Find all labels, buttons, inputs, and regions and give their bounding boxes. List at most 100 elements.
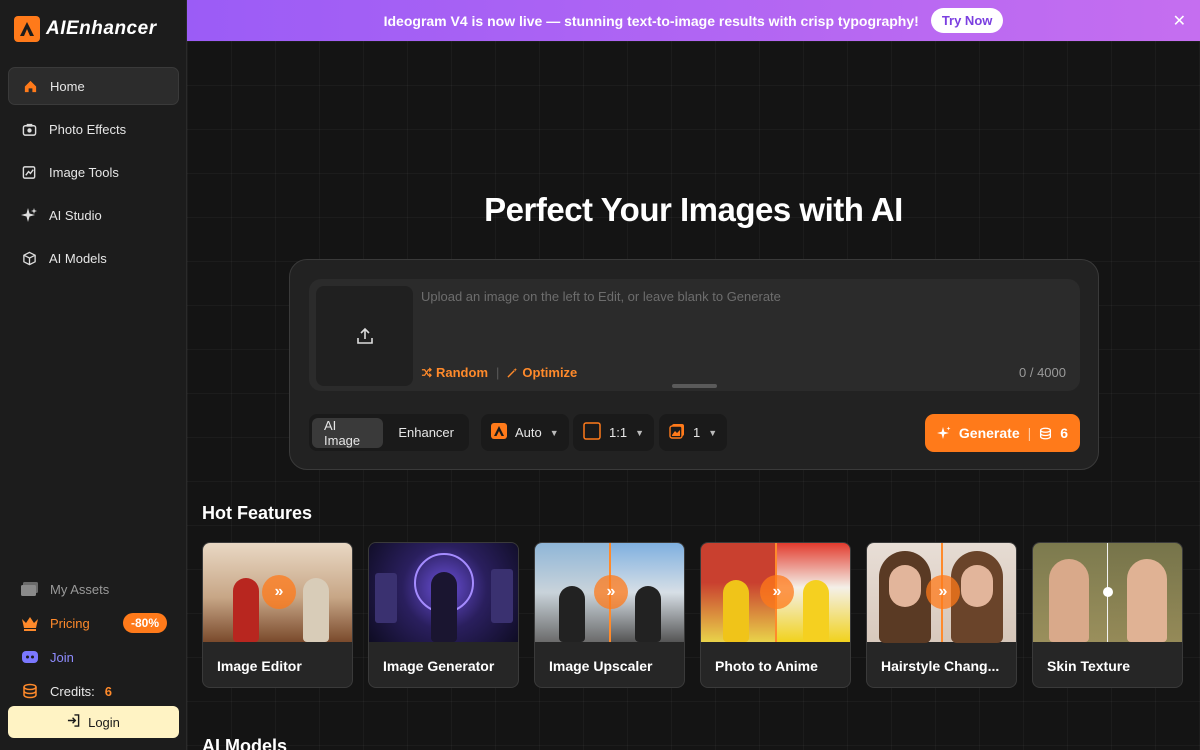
swap-arrows-icon: » bbox=[262, 575, 296, 609]
my-assets-link[interactable]: My Assets bbox=[8, 572, 179, 606]
feature-card-image-upscaler[interactable]: » Image Upscaler bbox=[534, 542, 685, 688]
sidebar-item-label: Image Tools bbox=[49, 164, 119, 180]
mode-toggle: AI Image Enhancer bbox=[309, 414, 469, 451]
sidebar: AIEnhancer Home Photo Effects Image Tool… bbox=[0, 0, 187, 750]
login-label: Login bbox=[88, 714, 120, 730]
close-icon[interactable]: ✕ bbox=[1173, 11, 1186, 31]
model-select[interactable]: Auto ▼ bbox=[481, 414, 569, 451]
prompt-input[interactable]: Upload an image on the left to Edit, or … bbox=[421, 289, 781, 304]
card-label: Photo to Anime bbox=[715, 657, 818, 674]
aspect-ratio-select[interactable]: 1:1 ▼ bbox=[573, 414, 654, 451]
generate-label: Generate bbox=[958, 425, 1020, 441]
card-label: Image Upscaler bbox=[549, 657, 653, 674]
prompt-box: Upload an image on the left to Edit, or … bbox=[309, 279, 1080, 391]
image-edit-icon bbox=[21, 164, 37, 180]
brand-name: AIEnhancer bbox=[46, 18, 157, 39]
figure-shape bbox=[431, 572, 457, 642]
sidebar-item-label: Photo Effects bbox=[49, 121, 127, 137]
home-icon bbox=[22, 78, 38, 94]
swap-arrows-icon: » bbox=[760, 575, 794, 609]
upload-image-button[interactable] bbox=[316, 286, 413, 386]
card-label: Skin Texture bbox=[1047, 657, 1130, 674]
figure-shape bbox=[1049, 559, 1089, 642]
figure-shape bbox=[303, 578, 329, 642]
feature-card-image-editor[interactable]: » Image Editor bbox=[202, 542, 353, 688]
ai-models-title: AI Models bbox=[202, 736, 288, 750]
generator-panel: Upload an image on the left to Edit, or … bbox=[289, 259, 1099, 470]
compare-handle-icon bbox=[1103, 587, 1113, 597]
sidebar-bottom: My Assets Pricing -80% Join Credits: 6 bbox=[8, 572, 179, 708]
sidebar-item-image-tools[interactable]: Image Tools bbox=[8, 153, 179, 191]
logo-mark-icon bbox=[14, 16, 40, 42]
sidebar-item-label: Home bbox=[50, 78, 85, 94]
card-label: Image Generator bbox=[383, 657, 495, 674]
join-discord-link[interactable]: Join bbox=[8, 640, 179, 674]
image-count-value: 1 bbox=[693, 425, 701, 440]
sidebar-item-home[interactable]: Home bbox=[8, 67, 179, 105]
prompt-actions: Random | Optimize bbox=[421, 365, 577, 380]
model-logo-icon bbox=[491, 423, 507, 442]
sparkle-icon bbox=[21, 207, 37, 223]
card-label: Hairstyle Chang... bbox=[881, 657, 1000, 674]
chevron-down-icon: ▼ bbox=[549, 427, 559, 438]
tab-ai-image[interactable]: AI Image bbox=[312, 417, 384, 448]
thumb-tile bbox=[375, 573, 397, 623]
swap-arrows-icon: » bbox=[594, 575, 628, 609]
credits-value: 6 bbox=[104, 683, 113, 699]
character-counter: 0 / 4000 bbox=[1019, 365, 1066, 380]
image-editor-thumbnail: » bbox=[203, 543, 352, 642]
random-label: Random bbox=[436, 365, 488, 380]
main-content: Perfect Your Images with AI Upload an im… bbox=[187, 41, 1200, 750]
thumb-tile bbox=[491, 569, 513, 623]
login-icon bbox=[67, 714, 80, 730]
feature-card-skin-texture[interactable]: Skin Texture bbox=[1032, 542, 1183, 688]
separator: | bbox=[1027, 425, 1032, 441]
try-now-button[interactable]: Try Now bbox=[930, 8, 1004, 33]
aspect-ratio-icon bbox=[583, 422, 601, 443]
coins-icon bbox=[1040, 427, 1052, 439]
aspect-ratio-value: 1:1 bbox=[609, 425, 628, 440]
sparkle-icon bbox=[936, 426, 951, 439]
feature-card-hairstyle-changer[interactable]: » Hairstyle Chang... bbox=[866, 542, 1017, 688]
credits-label: Credits: bbox=[50, 683, 95, 699]
generator-controls: AI Image Enhancer Auto ▼ 1:1 ▼ 1 ▼ Gener… bbox=[309, 414, 1080, 452]
random-button[interactable]: Random bbox=[421, 365, 488, 380]
chevron-down-icon: ▼ bbox=[635, 427, 644, 438]
sidebar-item-ai-models[interactable]: AI Models bbox=[8, 239, 179, 277]
pricing-label: Pricing bbox=[50, 615, 90, 631]
discord-icon bbox=[20, 647, 40, 667]
login-button[interactable]: Login bbox=[8, 706, 179, 738]
swap-arrows-icon: » bbox=[926, 575, 960, 609]
figure-shape bbox=[803, 580, 829, 642]
sidebar-item-ai-studio[interactable]: AI Studio bbox=[8, 196, 179, 234]
image-stack-icon bbox=[669, 423, 685, 442]
hairstyle-changer-thumbnail: » bbox=[867, 543, 1016, 643]
optimize-label: Optimize bbox=[522, 365, 578, 380]
sidebar-item-label: AI Studio bbox=[49, 207, 102, 223]
image-generator-thumbnail bbox=[369, 543, 518, 642]
figure-shape bbox=[233, 578, 259, 642]
sidebar-item-photo-effects[interactable]: Photo Effects bbox=[8, 110, 179, 148]
upload-icon bbox=[356, 327, 373, 344]
feature-card-photo-to-anime[interactable]: » Photo to Anime bbox=[700, 542, 851, 688]
figure-shape bbox=[723, 580, 749, 642]
cube-icon bbox=[21, 250, 37, 266]
pricing-link[interactable]: Pricing -80% bbox=[8, 606, 179, 640]
image-count-select[interactable]: 1 ▼ bbox=[659, 414, 728, 451]
model-value: Auto bbox=[515, 425, 542, 440]
folder-icon bbox=[20, 579, 40, 599]
discount-badge: -80% bbox=[122, 613, 167, 633]
generate-button[interactable]: Generate | 6 bbox=[925, 414, 1080, 452]
logo[interactable]: AIEnhancer bbox=[14, 16, 157, 42]
coins-icon bbox=[20, 681, 40, 701]
face-shape bbox=[961, 565, 993, 607]
tab-enhancer[interactable]: Enhancer bbox=[386, 418, 466, 448]
skin-texture-thumbnail bbox=[1033, 543, 1182, 642]
banner-text: Ideogram V4 is now live — stunning text-… bbox=[383, 12, 919, 29]
optimize-button[interactable]: Optimize bbox=[507, 365, 577, 380]
photo-to-anime-thumbnail: » bbox=[701, 543, 850, 642]
feature-card-image-generator[interactable]: Image Generator bbox=[368, 542, 519, 688]
resize-handle[interactable] bbox=[672, 384, 717, 388]
separator: | bbox=[496, 365, 500, 380]
face-shape bbox=[889, 565, 921, 607]
